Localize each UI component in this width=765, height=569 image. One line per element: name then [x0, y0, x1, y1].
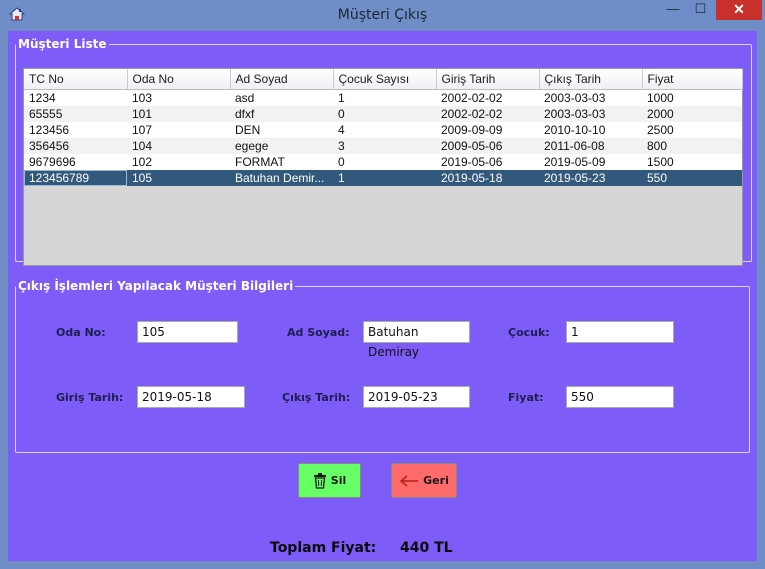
geri-button[interactable]: Geri	[391, 463, 457, 498]
table-cell: 2000	[642, 106, 742, 122]
window-title: Müşteri Çıkış	[337, 7, 428, 23]
table-cell: 9679696	[24, 154, 127, 170]
table-cell: 101	[127, 106, 230, 122]
sil-button[interactable]: Sil	[298, 463, 361, 498]
table-cell: 103	[127, 89, 230, 106]
table-cell: 2002-02-02	[436, 89, 539, 106]
table-cell: 2019-05-06	[436, 154, 539, 170]
table-cell: DEN	[230, 122, 333, 138]
customer-table: TC No Oda No Ad Soyad Çocuk Sayısı Giriş…	[24, 69, 743, 186]
column-header-giris-tarih[interactable]: Giriş Tarih	[436, 69, 540, 90]
ad-soyad-label: Ad Soyad:	[287, 326, 350, 339]
table-cell: 1500	[642, 154, 742, 170]
table-cell: 2003-03-03	[539, 89, 642, 106]
customer-table-container: TC No Oda No Ad Soyad Çocuk Sayısı Giriş…	[23, 68, 743, 266]
cikis-tarih-field[interactable]: 2019-05-23	[363, 386, 470, 408]
sil-button-label: Sil	[330, 474, 347, 487]
table-cell: 800	[642, 138, 742, 154]
oda-no-label: Oda No:	[56, 326, 106, 339]
checkout-details-legend: Çıkış İşlemleri Yapılacak Müşteri Bilgil…	[18, 279, 294, 293]
table-cell: 2003-03-03	[539, 106, 642, 122]
column-header-cocuk-sayisi[interactable]: Çocuk Sayısı	[333, 69, 437, 90]
table-row-selected[interactable]: 123456789 105 Batuhan Demir... 1 2019-05…	[24, 170, 742, 186]
column-header-tc-no[interactable]: TC No	[24, 69, 128, 90]
table-cell: 3	[333, 138, 436, 154]
table-row[interactable]: 9679696 102 FORMAT 0 2019-05-06 2019-05-…	[24, 154, 742, 170]
table-cell: 65555	[24, 106, 127, 122]
giris-tarih-field[interactable]: 2019-05-18	[137, 386, 245, 408]
maximize-button[interactable]: ☐	[687, 0, 714, 20]
trash-icon	[313, 472, 326, 489]
table-cell: 2002-02-02	[436, 106, 539, 122]
table-cell: 105	[127, 170, 230, 186]
oda-no-field[interactable]: 105	[137, 321, 238, 343]
ad-soyad-field[interactable]: Batuhan Demiray	[363, 321, 470, 359]
column-header-cikis-tarih[interactable]: Çıkış Tarih	[539, 69, 643, 90]
table-cell: 1234	[24, 89, 127, 106]
table-header-row: TC No Oda No Ad Soyad Çocuk Sayısı Giriş…	[24, 69, 743, 90]
table-cell: 123456789	[24, 170, 127, 186]
geri-button-label: Geri	[423, 474, 449, 487]
table-row[interactable]: 1234 103 asd 1 2002-02-02 2003-03-03 100…	[24, 89, 742, 106]
table-cell: 356456	[24, 138, 127, 154]
column-header-fiyat[interactable]: Fiyat	[642, 69, 743, 90]
cikis-tarih-label: Çıkış Tarih:	[282, 391, 351, 404]
table-cell: dfxf	[230, 106, 333, 122]
table-cell: 2019-05-23	[539, 170, 642, 186]
column-header-oda-no[interactable]: Oda No	[127, 69, 231, 90]
table-cell: 2011-06-08	[539, 138, 642, 154]
table-cell: 0	[333, 154, 436, 170]
table-cell: 2009-05-06	[436, 138, 539, 154]
table-row[interactable]: 123456 107 DEN 4 2009-09-09 2010-10-10 2…	[24, 122, 742, 138]
customer-list-group: Müşteri Liste TC No Oda No Ad Soyad Çocu…	[15, 37, 752, 266]
column-header-ad-soyad[interactable]: Ad Soyad	[230, 69, 334, 90]
table-cell: 550	[642, 170, 742, 186]
table-cell: 107	[127, 122, 230, 138]
close-button[interactable]: ✕	[716, 0, 762, 20]
table-row[interactable]: 65555 101 dfxf 0 2002-02-02 2003-03-03 2…	[24, 106, 742, 122]
fiyat-field[interactable]: 550	[566, 386, 674, 408]
table-cell: egege	[230, 138, 333, 154]
cocuk-label: Çocuk:	[508, 326, 550, 339]
customer-list-legend: Müşteri Liste	[18, 37, 107, 51]
table-cell: 2019-05-18	[436, 170, 539, 186]
fiyat-label: Fiyat:	[508, 391, 544, 404]
client-area: Müşteri Liste TC No Oda No Ad Soyad Çocu…	[8, 31, 757, 561]
table-cell: 1	[333, 170, 436, 186]
table-cell: 2009-09-09	[436, 122, 539, 138]
minimize-button[interactable]: —	[659, 0, 687, 20]
table-cell: 1	[333, 89, 436, 106]
total-price-value: 440 TL	[400, 540, 453, 556]
table-row[interactable]: 356456 104 egege 3 2009-05-06 2011-06-08…	[24, 138, 742, 154]
table-cell: 0	[333, 106, 436, 122]
total-price-label: Toplam Fiyat:	[270, 540, 377, 556]
table-cell: 2010-10-10	[539, 122, 642, 138]
title-bar: Müşteri Çıkış — ☐ ✕	[0, 0, 765, 31]
table-cell: asd	[230, 89, 333, 106]
table-cell: 123456	[24, 122, 127, 138]
table-cell: 1000	[642, 89, 742, 106]
table-cell: 4	[333, 122, 436, 138]
cocuk-field[interactable]: 1	[566, 321, 674, 343]
table-cell: FORMAT	[230, 154, 333, 170]
table-cell: 2500	[642, 122, 742, 138]
table-cell: 2019-05-09	[539, 154, 642, 170]
giris-tarih-label: Giriş Tarih:	[56, 391, 124, 404]
table-cell: Batuhan Demir...	[230, 170, 333, 186]
checkout-details-group: Çıkış İşlemleri Yapılacak Müşteri Bilgil…	[15, 279, 750, 453]
arrow-left-icon	[399, 474, 419, 487]
table-cell: 104	[127, 138, 230, 154]
table-cell: 102	[127, 154, 230, 170]
